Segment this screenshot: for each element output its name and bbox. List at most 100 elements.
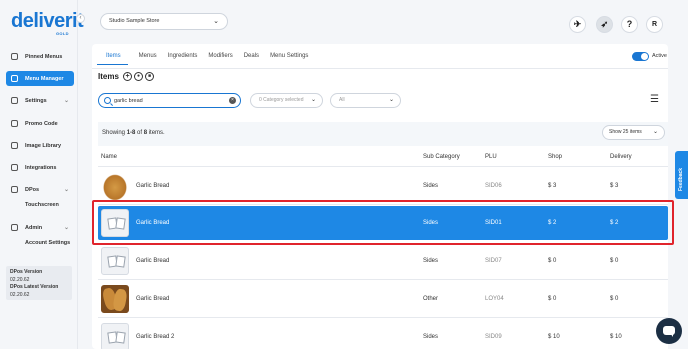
- brand-sub: GOLD: [56, 31, 69, 36]
- sidebar-subitem-account-settings[interactable]: Account Settings: [25, 240, 70, 246]
- store-name: Studio Sample Store: [109, 18, 160, 24]
- sidebar-item-integrations[interactable]: Integrations: [6, 160, 74, 175]
- pos-icon: [11, 186, 18, 193]
- tag-icon: [11, 120, 18, 127]
- table-row-selected[interactable]: Garlic Bread Sides SID01 $ 2 $ 2: [98, 206, 668, 240]
- sidebar: deliverit GOLD Pinned Menus Menu Manager…: [0, 0, 84, 349]
- status-filter-select[interactable]: All ⌄: [330, 93, 401, 108]
- chevron-down-icon: ⌄: [63, 98, 69, 104]
- main-panel: Items Menus Ingredients Modifiers Deals …: [92, 44, 668, 349]
- item-name: Garlic Bread: [136, 257, 170, 264]
- item-sub-category: Sides: [423, 333, 439, 340]
- image-icon: [11, 142, 18, 149]
- add-item-button[interactable]: +: [123, 72, 132, 81]
- chevron-down-icon: ⌄: [388, 97, 394, 103]
- collapse-sidebar-button[interactable]: ‹: [76, 14, 85, 23]
- search-icon: [104, 97, 111, 104]
- tab-bar: Items Menus Ingredients Modifiers Deals …: [97, 53, 319, 65]
- item-sub-category: Other: [423, 295, 439, 302]
- item-plu: SID01: [485, 220, 502, 226]
- category-select-value: 0 Category selected: [259, 97, 304, 103]
- column-header-plu[interactable]: PLU: [485, 154, 497, 160]
- sidebar-item-label: Promo Code: [25, 120, 58, 127]
- version-info: DPos Version 02.20.62 DPos Latest Versio…: [6, 266, 72, 300]
- sidebar-item-label: Menu Manager: [25, 75, 64, 82]
- column-header-delivery[interactable]: Delivery: [610, 154, 632, 160]
- chevron-down-icon: ⌄: [652, 129, 658, 135]
- sidebar-item-label: Settings: [25, 97, 47, 104]
- gear-icon: [11, 97, 18, 104]
- chevron-down-icon: ⌄: [310, 97, 316, 103]
- tab-ingredients[interactable]: Ingredients: [168, 53, 198, 65]
- item-thumbnail: [101, 246, 129, 275]
- item-plu: LOY04: [485, 295, 504, 302]
- sidebar-item-label: Pinned Menus: [25, 53, 63, 60]
- item-delivery-price: $ 3: [610, 182, 619, 189]
- results-suffix: items.: [147, 130, 165, 136]
- chevron-down-icon: ⌄: [63, 225, 69, 231]
- column-header-name[interactable]: Name: [101, 154, 117, 160]
- table-header: Name Sub Category PLU Shop Delivery: [98, 147, 668, 167]
- tab-deals[interactable]: Deals: [244, 53, 259, 65]
- sidebar-item-image-library[interactable]: Image Library: [6, 138, 74, 153]
- user-icon: [11, 224, 18, 231]
- table-row[interactable]: Garlic Bread Other LOY04 $ 0 $ 0: [98, 280, 668, 318]
- sidebar-item-label: DPos: [25, 186, 40, 193]
- chat-icon[interactable]: [656, 318, 682, 344]
- table-row[interactable]: Garlic Bread Sides SID06 $ 3 $ 3: [98, 167, 668, 205]
- column-header-shop[interactable]: Shop: [548, 154, 562, 160]
- feedback-tab[interactable]: Feedback: [675, 151, 688, 199]
- store-select[interactable]: Studio Sample Store ⌄: [100, 13, 228, 30]
- rocket-icon[interactable]: ✈: [569, 16, 586, 33]
- help-icon[interactable]: ?: [621, 16, 638, 33]
- page-size-value: Show 25 items: [609, 129, 642, 135]
- brand-logo[interactable]: deliverit: [11, 10, 84, 33]
- sort-icon[interactable]: ●: [134, 72, 143, 81]
- item-name: Garlic Bread: [136, 295, 170, 302]
- item-sub-category: Sides: [423, 182, 439, 189]
- item-delivery-price: $ 2: [610, 220, 619, 226]
- table-row[interactable]: Garlic Bread Sides SID07 $ 0 $ 0: [98, 242, 668, 280]
- sidebar-subitem-touchscreen[interactable]: Touchscreen: [25, 202, 59, 208]
- version-label: DPos Version: [10, 269, 43, 275]
- column-settings-icon[interactable]: ☰: [650, 94, 662, 106]
- sidebar-item-dpos[interactable]: DPos ⌄: [6, 182, 74, 197]
- search-field[interactable]: ×: [98, 93, 241, 108]
- chevron-down-icon: ⌄: [63, 187, 69, 193]
- item-shop-price: $ 0: [548, 295, 557, 302]
- latest-version-value: 02.20.62: [10, 291, 30, 298]
- tab-modifiers[interactable]: Modifiers: [208, 53, 232, 65]
- launch-icon[interactable]: ➶: [596, 16, 613, 33]
- sidebar-item-settings[interactable]: Settings ⌄: [6, 93, 74, 108]
- sidebar-item-admin[interactable]: Admin ⌄: [6, 220, 74, 235]
- clear-search-icon[interactable]: ×: [229, 97, 236, 104]
- status-filter-value: All: [339, 97, 345, 103]
- item-name: Garlic Bread: [136, 182, 170, 189]
- tab-items[interactable]: Items: [97, 53, 128, 65]
- category-select[interactable]: 0 Category selected ⌄: [250, 93, 323, 108]
- results-prefix: Showing: [102, 130, 127, 136]
- tab-menu-settings[interactable]: Menu Settings: [270, 53, 308, 65]
- pin-icon: [11, 53, 18, 60]
- item-name: Garlic Bread 2: [136, 333, 175, 340]
- page-size-select[interactable]: Show 25 items ⌄: [602, 125, 665, 140]
- tab-menus[interactable]: Menus: [139, 53, 157, 65]
- sidebar-item-promo-code[interactable]: Promo Code: [6, 116, 74, 131]
- plug-icon: [11, 164, 18, 171]
- page-title: Items: [98, 72, 119, 81]
- table-row[interactable]: Garlic Bread 2 Sides SID09 $ 10 $ 10: [98, 318, 668, 349]
- item-shop-price: $ 0: [548, 257, 557, 264]
- results-summary-bar: Showing 1-8 of 8 items. Show 25 items ⌄: [98, 122, 668, 146]
- item-plu: SID09: [485, 333, 502, 340]
- avatar[interactable]: R: [646, 16, 663, 33]
- chevron-down-icon: ⌄: [213, 18, 219, 25]
- sidebar-item-pinned-menus[interactable]: Pinned Menus: [6, 49, 74, 64]
- item-thumbnail: [101, 209, 129, 237]
- active-toggle[interactable]: [632, 52, 649, 61]
- column-header-sub-category[interactable]: Sub Category: [423, 154, 460, 160]
- sidebar-item-menu-manager[interactable]: Menu Manager: [6, 71, 74, 86]
- search-input[interactable]: [114, 96, 224, 106]
- delete-icon[interactable]: ■: [145, 72, 154, 81]
- item-delivery-price: $ 0: [610, 295, 619, 302]
- item-plu: SID07: [485, 257, 502, 264]
